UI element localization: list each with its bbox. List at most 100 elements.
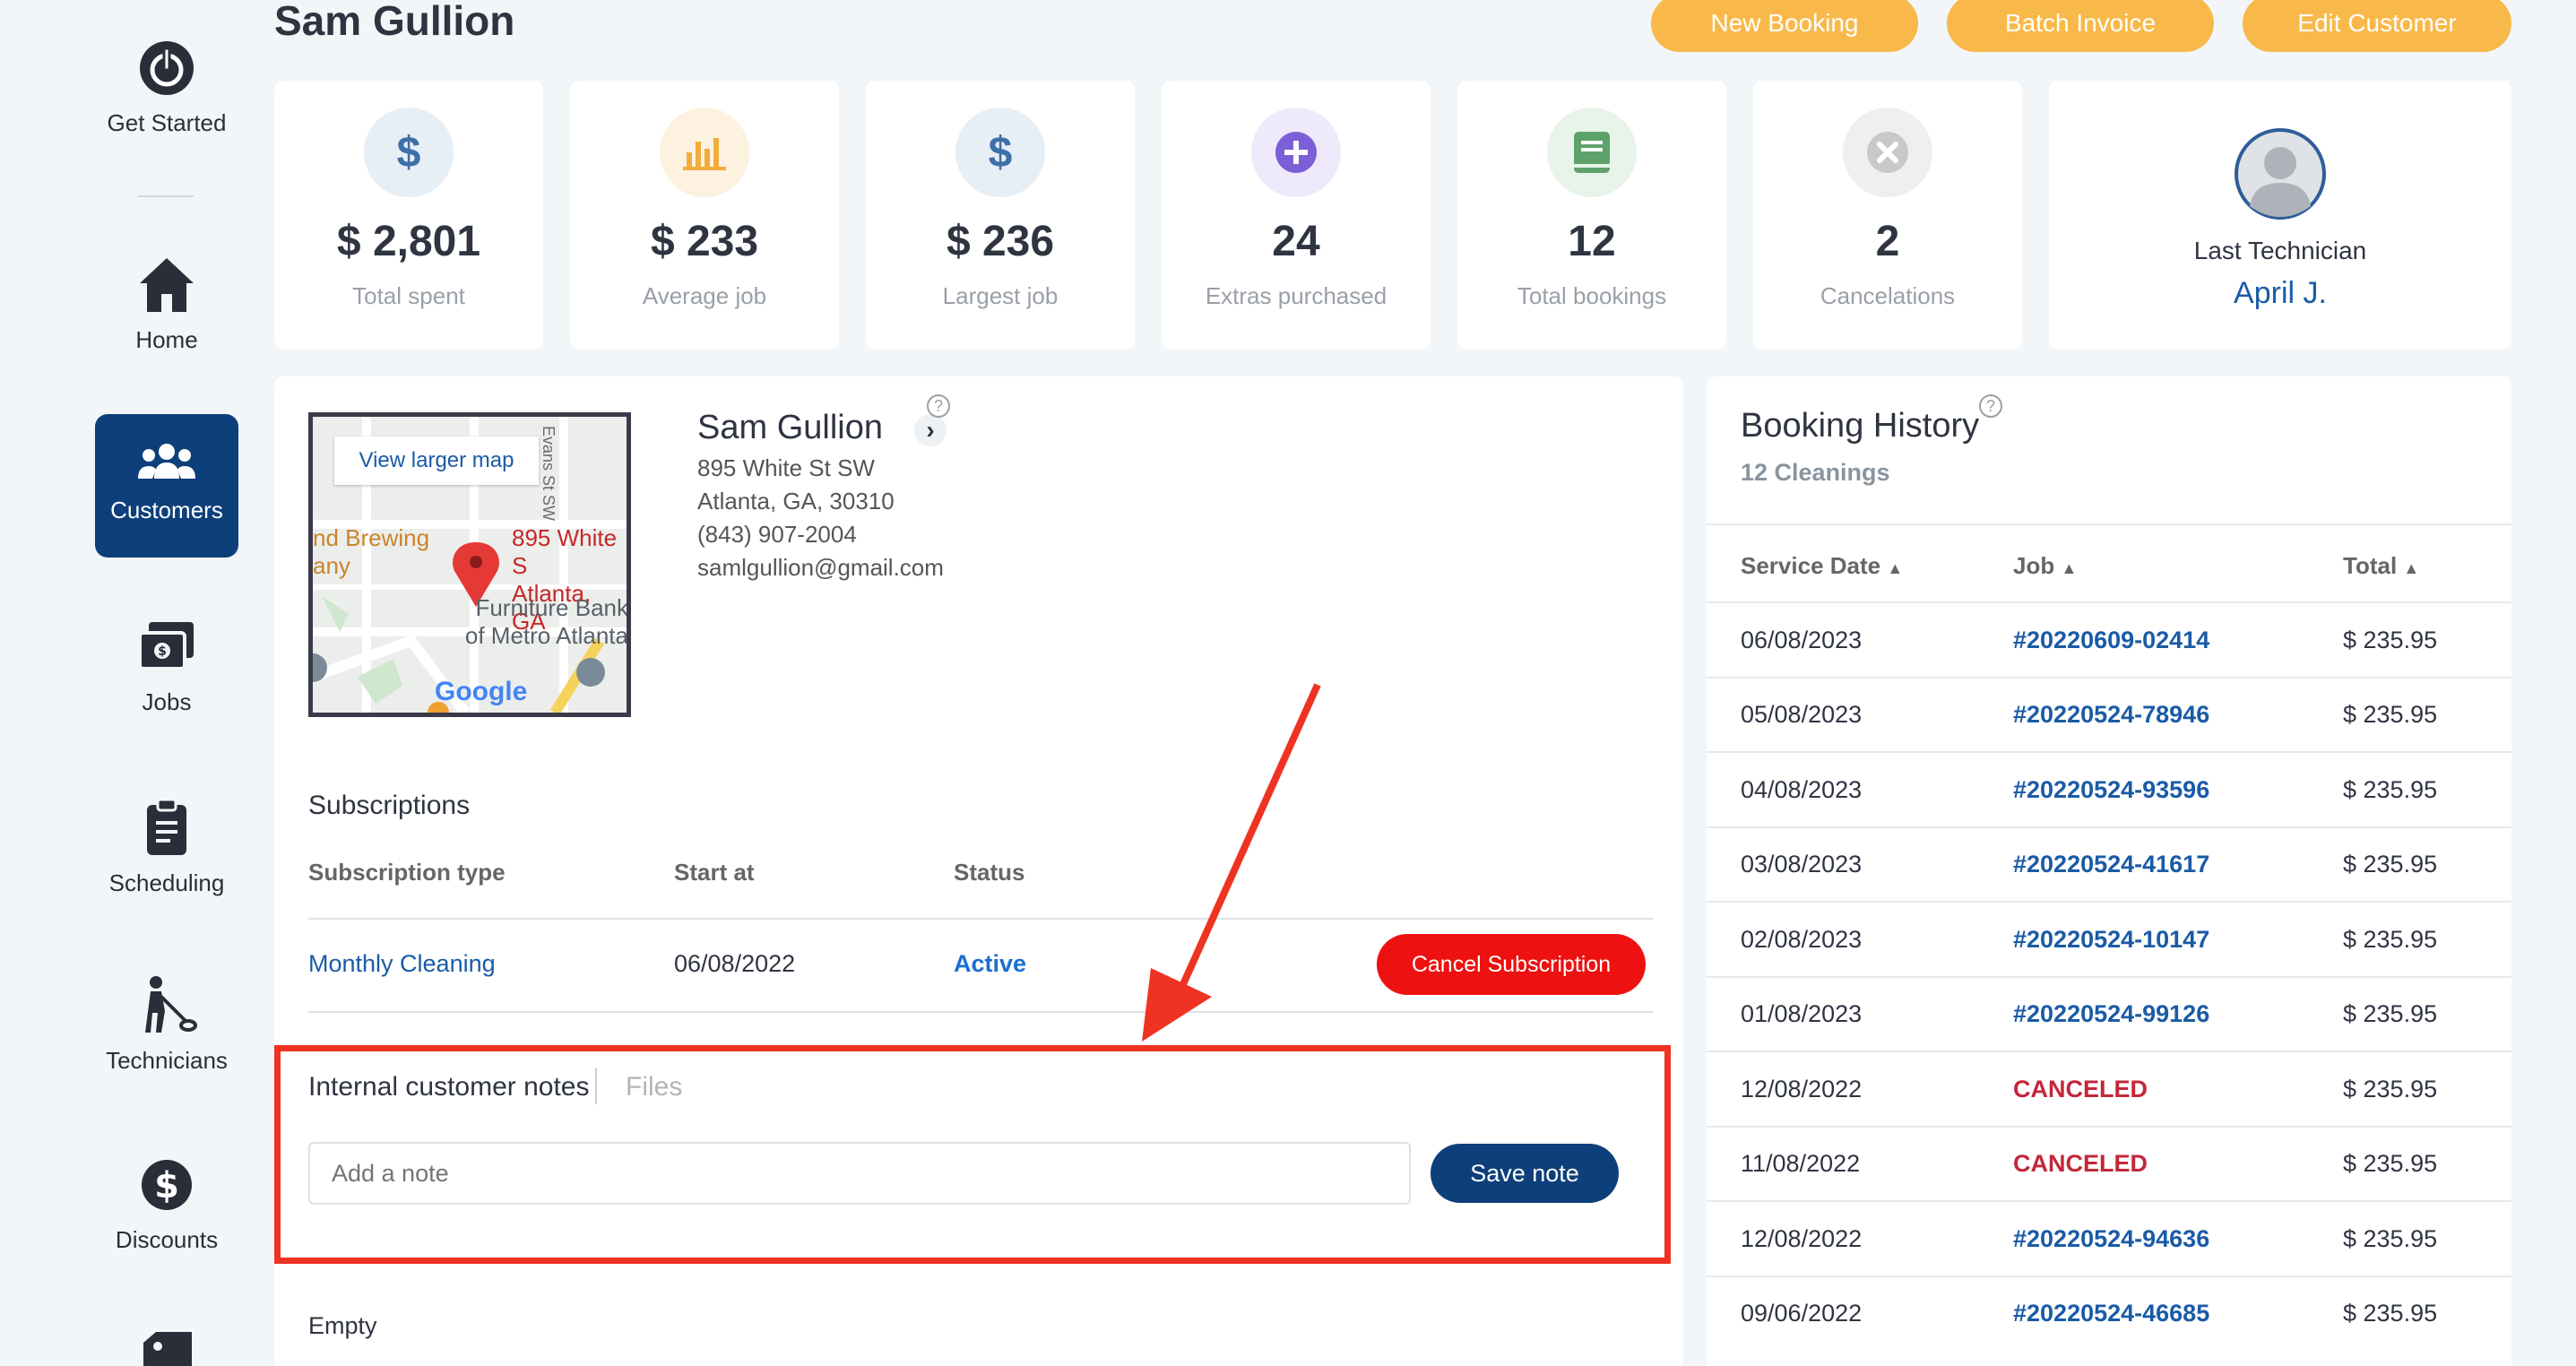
job-link[interactable]: #20220524-93596	[2013, 776, 2209, 804]
avatar[interactable]	[2234, 127, 2327, 220]
annotation-arrow	[1142, 683, 1321, 1042]
sort-asc-icon: ▲	[2403, 559, 2420, 577]
map-poi-brewing: nd Brewing any	[313, 524, 430, 579]
col-start-at: Start at	[674, 859, 755, 886]
new-booking-button[interactable]: New Booking	[1651, 0, 1918, 52]
stat-card-total-bookings: 12 Total bookings	[1457, 81, 1726, 350]
booking-history-subtitle: 12 Cleanings	[1741, 459, 1890, 486]
jobs-icon: $	[138, 622, 194, 670]
job-total: $ 235.95	[2343, 851, 2438, 878]
sidebar-item-get-started[interactable]: Get Started	[95, 36, 238, 137]
table-row: 06/08/2023 #20220609-02414 $ 235.95	[1707, 601, 2511, 677]
subscription-type-link[interactable]: Monthly Cleaning	[308, 950, 496, 978]
stat-label: Total spent	[352, 282, 465, 309]
job-total: $ 235.95	[2343, 1150, 2438, 1177]
customer-phone[interactable]: (843) 907-2004	[697, 518, 944, 551]
sidebar-item-label: Jobs	[142, 688, 192, 715]
job-link[interactable]: #20220524-46685	[2013, 1300, 2209, 1327]
divider	[1707, 523, 2511, 525]
subscriptions-title: Subscriptions	[308, 791, 471, 820]
last-technician-name[interactable]: April J.	[2049, 276, 2511, 311]
customers-icon	[138, 444, 195, 479]
job-link[interactable]: #20220524-78946	[2013, 701, 2209, 729]
stat-label: Total bookings	[1517, 282, 1667, 309]
dollar-icon: $	[364, 108, 454, 197]
divider	[308, 1011, 1653, 1013]
sidebar-item-label: Get Started	[107, 109, 227, 136]
svg-text:$: $	[158, 644, 167, 659]
stat-value: 24	[1272, 218, 1320, 265]
sidebar-item-discounts[interactable]: $ Discounts	[95, 1153, 238, 1254]
stat-card-total-spent: $ $ 2,801 Total spent	[274, 81, 543, 350]
stat-label: Average job	[642, 282, 767, 309]
sidebar-item-scheduling[interactable]: Scheduling	[95, 796, 238, 897]
service-date: 11/08/2022	[1741, 1150, 1861, 1177]
job-link[interactable]: #20220524-41617	[2013, 851, 2209, 878]
customer-contact: 895 White St SW Atlanta, GA, 30310 (843)…	[697, 452, 944, 584]
sort-asc-icon: ▲	[1887, 559, 1904, 577]
stat-label: Cancelations	[1820, 282, 1956, 309]
plus-circle-icon	[1251, 108, 1341, 197]
job-total: $ 235.95	[2343, 925, 2438, 953]
customer-address-line2: Atlanta, GA, 30310	[697, 488, 895, 514]
stat-value: 12	[1568, 218, 1616, 265]
google-logo: Google	[435, 677, 528, 706]
help-icon[interactable]: ?	[927, 394, 950, 418]
service-date: 01/08/2023	[1741, 1000, 1863, 1027]
page-title: Sam Gullion	[274, 0, 515, 44]
stat-value: 2	[1875, 218, 1900, 265]
sidebar-item-label: Technicians	[106, 1047, 228, 1074]
sidebar-item-label: Home	[135, 326, 198, 353]
tag-icon[interactable]	[140, 1330, 195, 1366]
service-date: 09/06/2022	[1741, 1300, 1863, 1327]
service-date: 04/08/2023	[1741, 775, 1863, 803]
table-row: 12/08/2022 #20220524-94636 $ 235.95	[1707, 1200, 2511, 1275]
sidebar-item-jobs[interactable]: $ Jobs	[95, 615, 238, 716]
batch-invoice-button[interactable]: Batch Invoice	[1947, 0, 2214, 52]
map-widget[interactable]: View larger map 895 White S Atlanta, GA n…	[308, 412, 631, 717]
job-total: $ 235.95	[2343, 626, 2438, 653]
subscription-status: Active	[954, 950, 1027, 977]
job-link[interactable]: #20220609-02414	[2013, 627, 2209, 654]
customer-name: Sam Gullion	[697, 409, 883, 446]
service-date: 02/08/2023	[1741, 925, 1863, 953]
job-link[interactable]: #20220524-10147	[2013, 926, 2209, 954]
job-link[interactable]: #20220524-99126	[2013, 1000, 2209, 1028]
view-larger-map-link[interactable]: View larger map	[334, 437, 539, 485]
sidebar-item-technicians[interactable]: Technicians	[95, 973, 238, 1075]
job-total: $ 235.95	[2343, 1300, 2438, 1327]
stat-card-largest-job: $ $ 236 Largest job	[866, 81, 1135, 350]
sidebar-item-home[interactable]: Home	[95, 253, 238, 354]
stat-value: $ 236	[946, 218, 1055, 265]
map-poi-furniture-bank: Furniture Bank of Metro Atlanta	[464, 594, 628, 649]
home-icon	[140, 258, 194, 312]
book-icon	[1547, 108, 1637, 197]
table-row: 03/08/2023 #20220524-41617 $ 235.95	[1707, 826, 2511, 902]
sidebar-item-label: Scheduling	[108, 869, 225, 896]
job-total: $ 235.95	[2343, 1075, 2438, 1102]
help-icon[interactable]: ?	[1979, 394, 2002, 418]
job-link[interactable]: #20220524-94636	[2013, 1225, 2209, 1253]
canceled-status: CANCELED	[2013, 1150, 2148, 1177]
col-job[interactable]: Job ▲	[2013, 552, 2077, 580]
notes-empty-state: Empty	[308, 1312, 377, 1339]
dollar-icon: $	[955, 108, 1045, 197]
col-service-date[interactable]: Service Date ▲	[1741, 552, 1903, 580]
job-total: $ 235.95	[2343, 701, 2438, 728]
edit-customer-button[interactable]: Edit Customer	[2243, 0, 2511, 52]
table-row: 04/08/2023 #20220524-93596 $ 235.95	[1707, 751, 2511, 826]
sidebar-divider	[138, 195, 194, 197]
stat-value: $ 233	[650, 218, 759, 265]
service-date: 03/08/2023	[1741, 851, 1863, 878]
sort-asc-icon: ▲	[2061, 559, 2078, 577]
table-row: 12/08/2022 CANCELED $ 235.95	[1707, 1050, 2511, 1126]
svg-text:$: $	[154, 1165, 179, 1206]
sidebar-item-customers[interactable]: Customers	[95, 414, 238, 558]
customer-email[interactable]: samlgullion@gmail.com	[697, 551, 944, 584]
table-row: 11/08/2022 CANCELED $ 235.95	[1707, 1125, 2511, 1201]
chevron-right-icon[interactable]: ›	[914, 414, 947, 446]
stat-card-extras-purchased: 24 Extras purchased	[1162, 81, 1431, 350]
table-row: 02/08/2023 #20220524-10147 $ 235.95	[1707, 901, 2511, 976]
col-total[interactable]: Total ▲	[2343, 552, 2419, 580]
cancel-subscription-button[interactable]: Cancel Subscription	[1377, 934, 1646, 995]
